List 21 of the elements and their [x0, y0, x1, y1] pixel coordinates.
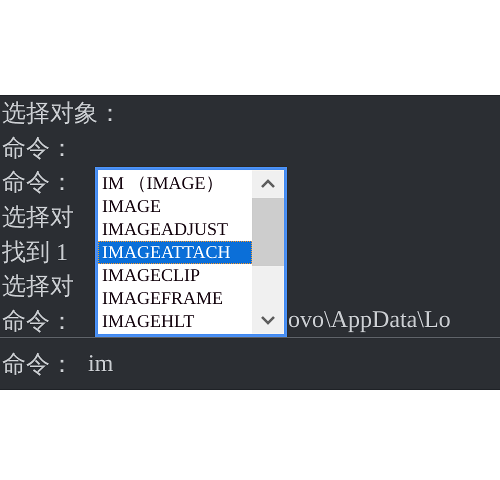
history-line: 选择对 [1, 273, 74, 302]
scrollbar-thumb[interactable] [252, 198, 284, 266]
history-line: 找到 1 [1, 238, 68, 268]
history-line: 命令： [1, 308, 74, 337]
autocomplete-item[interactable]: IMAGE [98, 195, 252, 218]
command-prompt: 命令： [2, 351, 74, 380]
scrollbar[interactable] [252, 170, 284, 334]
autocomplete-item[interactable]: IM （IMAGE） [98, 172, 252, 195]
autocomplete-item[interactable]: IMAGEHLT [98, 310, 252, 333]
scroll-up-icon[interactable] [260, 179, 276, 189]
history-line: 选择对象： [1, 100, 122, 130]
autocomplete-item[interactable]: IMAGEATTACH [98, 241, 252, 264]
history-line: 选择对 [1, 204, 74, 234]
autocomplete-item[interactable]: IMAGEADJUST [98, 218, 252, 241]
history-line-text: ovo\AppData\Lo [288, 307, 452, 334]
autocomplete-item[interactable]: IMAGEFRAME [98, 287, 252, 310]
autocomplete-item[interactable]: IMAGECLIP [98, 264, 252, 287]
history-line: 命令： [1, 134, 74, 164]
history-line: 命令： [1, 169, 74, 198]
command-input[interactable]: im [88, 350, 114, 378]
scroll-down-icon[interactable] [260, 315, 276, 325]
